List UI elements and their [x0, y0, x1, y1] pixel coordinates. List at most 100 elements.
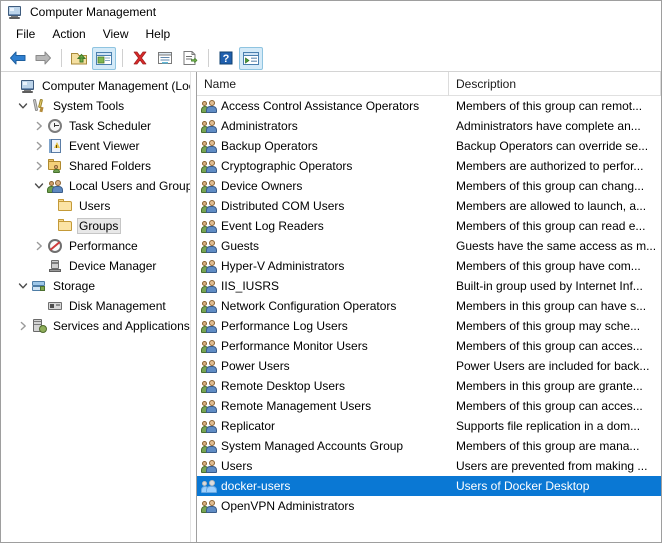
toolbar-separator	[208, 49, 209, 67]
table-row[interactable]: Backup Operators Backup Operators can ov…	[197, 136, 661, 156]
row-name-text: Distributed COM Users	[221, 199, 345, 213]
table-row[interactable]: System Managed Accounts Group Members of…	[197, 436, 661, 456]
row-description-cell: Backup Operators can override se...	[456, 139, 649, 153]
red-x-icon	[133, 51, 147, 65]
group-icon	[201, 478, 217, 494]
table-row[interactable]: Access Control Assistance Operators Memb…	[197, 96, 661, 116]
row-description-cell: Guests have the same access as m...	[456, 239, 657, 253]
table-row[interactable]: Hyper-V Administrators Members of this g…	[197, 256, 661, 276]
table-row[interactable]: Guests Guests have the same access as m.…	[197, 236, 661, 256]
table-row[interactable]: Remote Desktop Users Members in this gro…	[197, 376, 661, 396]
row-name-cell: Access Control Assistance Operators	[197, 98, 449, 114]
svg-text:?: ?	[223, 53, 230, 65]
menu-help[interactable]: Help	[138, 25, 180, 43]
tree-item-disk-management[interactable]: Disk Management	[1, 296, 190, 316]
delete-button[interactable]	[128, 47, 152, 70]
console-tree-pane[interactable]: Computer Management (Local System Tools	[1, 72, 190, 542]
toolbar: ?	[1, 45, 661, 72]
pane-splitter[interactable]	[190, 72, 197, 542]
chevron-down-icon[interactable]	[15, 278, 31, 294]
tree-item-computer-management[interactable]: Computer Management (Local	[1, 76, 190, 96]
chevron-down-icon[interactable]	[31, 178, 47, 194]
row-name-text: Backup Operators	[221, 139, 318, 153]
table-row[interactable]: Performance Monitor Users Members of thi…	[197, 336, 661, 356]
table-row[interactable]: Remote Management Users Members of this …	[197, 396, 661, 416]
chevron-right-icon[interactable]	[31, 138, 47, 154]
group-icon	[201, 138, 217, 154]
row-name-cell: OpenVPN Administrators	[197, 498, 449, 514]
table-row[interactable]: Administrators Administrators have compl…	[197, 116, 661, 136]
group-icon	[201, 258, 217, 274]
row-description-cell: Built-in group used by Internet Inf...	[456, 279, 643, 293]
back-button[interactable]	[6, 47, 30, 70]
menu-view[interactable]: View	[95, 25, 138, 43]
tree-item-services-and-applications[interactable]: Services and Applications	[1, 316, 190, 336]
table-row[interactable]: Distributed COM Users Members are allowe…	[197, 196, 661, 216]
row-name-text: Administrators	[221, 119, 298, 133]
disk-management-icon	[47, 298, 63, 314]
tree-item-users[interactable]: Users	[1, 196, 190, 216]
row-name-text: Access Control Assistance Operators	[221, 99, 420, 113]
menu-bar: File Action View Help	[1, 23, 661, 45]
table-row[interactable]: IIS_IUSRS Built-in group used by Interne…	[197, 276, 661, 296]
group-icon	[201, 438, 217, 454]
groups-list-pane[interactable]: Name Description Access Control Assistan…	[197, 72, 661, 542]
list-column-headers: Name Description	[197, 72, 661, 96]
tree-item-performance[interactable]: Performance	[1, 236, 190, 256]
group-icon	[201, 238, 217, 254]
forward-button[interactable]	[31, 47, 55, 70]
help-button[interactable]: ?	[214, 47, 238, 70]
table-row[interactable]: OpenVPN Administrators	[197, 496, 661, 516]
menu-file[interactable]: File	[8, 25, 44, 43]
tree-item-label: Task Scheduler	[69, 119, 152, 133]
chevron-right-icon[interactable]	[31, 158, 47, 174]
chevron-right-icon[interactable]	[31, 118, 47, 134]
table-row[interactable]: Performance Log Users Members of this gr…	[197, 316, 661, 336]
table-row[interactable]: Cryptographic Operators Members are auth…	[197, 156, 661, 176]
tree-item-event-viewer[interactable]: Event Viewer	[1, 136, 190, 156]
row-description-cell: Administrators have complete an...	[456, 119, 641, 133]
up-one-level-button[interactable]	[67, 47, 91, 70]
tree-item-local-users-and-groups[interactable]: Local Users and Groups	[1, 176, 190, 196]
window-title: Computer Management	[30, 5, 157, 19]
table-row[interactable]: Replicator Supports file replication in …	[197, 416, 661, 436]
show-hide-action-pane-button[interactable]	[239, 46, 263, 70]
tree-item-storage[interactable]: Storage	[1, 276, 190, 296]
computer-monitor-icon	[20, 78, 36, 94]
tree-item-label: Users	[79, 199, 111, 213]
chevron-right-icon[interactable]	[15, 318, 31, 334]
export-list-button[interactable]	[178, 47, 202, 70]
device-manager-icon	[47, 258, 63, 274]
table-row[interactable]: Users Users are prevented from making ..…	[197, 456, 661, 476]
row-name-cell: Replicator	[197, 418, 449, 434]
group-icon	[201, 218, 217, 234]
group-icon	[201, 378, 217, 394]
column-header-name[interactable]: Name	[197, 72, 449, 96]
tree-item-groups[interactable]: Groups	[1, 216, 190, 236]
arrow-right-icon	[35, 51, 51, 65]
column-header-description[interactable]: Description	[449, 72, 661, 96]
table-row[interactable]: Power Users Power Users are included for…	[197, 356, 661, 376]
menu-action[interactable]: Action	[44, 25, 94, 43]
chevron-right-icon[interactable]	[31, 238, 47, 254]
tree-item-task-scheduler[interactable]: Task Scheduler	[1, 116, 190, 136]
tree-item-system-tools[interactable]: System Tools	[1, 96, 190, 116]
row-name-cell: Network Configuration Operators	[197, 298, 449, 314]
table-row[interactable]: Network Configuration Operators Members …	[197, 296, 661, 316]
table-row[interactable]: Device Owners Members of this group can …	[197, 176, 661, 196]
content-area: Computer Management (Local System Tools	[1, 72, 661, 542]
group-icon	[201, 278, 217, 294]
clock-icon	[47, 118, 63, 134]
show-hide-console-tree-button[interactable]	[92, 46, 116, 70]
row-description-cell: Members of this group have com...	[456, 259, 641, 273]
toolbar-separator	[122, 49, 123, 67]
properties-button[interactable]	[153, 47, 177, 70]
row-name-cell: IIS_IUSRS	[197, 278, 449, 294]
row-name-cell: Remote Management Users	[197, 398, 449, 414]
table-row-selected[interactable]: docker-users Users of Docker Desktop	[197, 476, 661, 496]
table-row[interactable]: Event Log Readers Members of this group …	[197, 216, 661, 236]
tree-item-device-manager[interactable]: Device Manager	[1, 256, 190, 276]
row-name-cell: Power Users	[197, 358, 449, 374]
chevron-down-icon[interactable]	[15, 98, 31, 114]
tree-item-shared-folders[interactable]: Shared Folders	[1, 156, 190, 176]
